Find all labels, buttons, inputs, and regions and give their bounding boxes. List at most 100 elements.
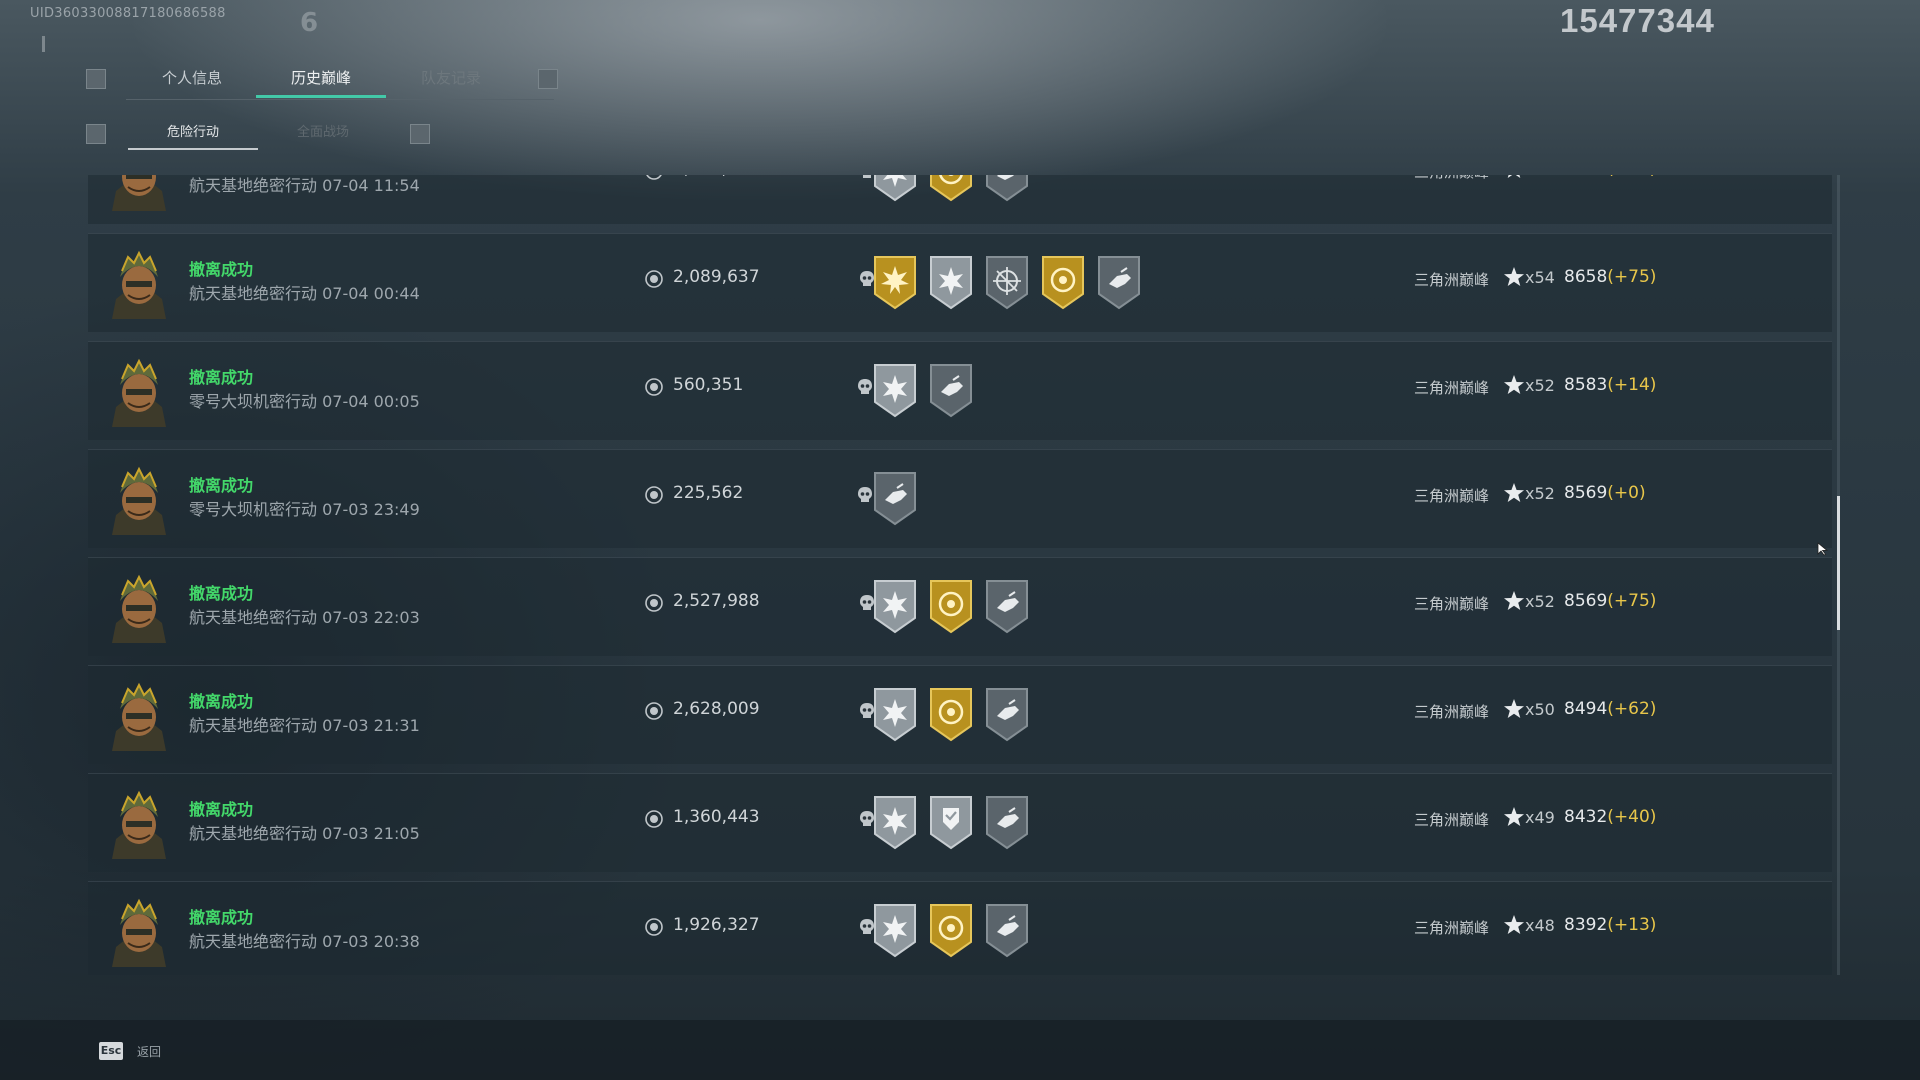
score-delta: (+40) bbox=[1607, 807, 1657, 827]
subtab-next-icon[interactable] bbox=[410, 124, 430, 144]
rank-score: 8392(+13) bbox=[1564, 915, 1656, 935]
gray-hand-badge[interactable] bbox=[983, 902, 1031, 958]
operator-avatar bbox=[106, 895, 172, 969]
tab-history-peak[interactable]: 历史巅峰 bbox=[256, 60, 386, 98]
asset-value: 225,562 bbox=[673, 483, 744, 503]
coin-icon bbox=[645, 270, 663, 288]
operator-avatar bbox=[106, 679, 172, 753]
gray-hand-badge[interactable] bbox=[983, 578, 1031, 634]
sub-tab-bar: 危险行动 全面战场 bbox=[84, 116, 434, 152]
record-row[interactable]: 撤离成功 航天基地绝密行动 07-03 21:31 2,628,009 5 三角… bbox=[88, 665, 1832, 764]
gray-hand-badge[interactable] bbox=[983, 794, 1031, 850]
tab-underline bbox=[126, 99, 554, 100]
extract-status: 撤离成功 bbox=[189, 692, 254, 711]
extract-status: 撤离成功 bbox=[189, 260, 254, 279]
footer-bar bbox=[0, 1020, 1920, 1080]
star-count: x54 bbox=[1525, 268, 1555, 287]
coin-icon bbox=[645, 378, 663, 396]
rank-score: 8569(+0) bbox=[1564, 483, 1646, 503]
gray-crosshair-badge[interactable] bbox=[983, 254, 1031, 310]
score-delta: (+14) bbox=[1607, 375, 1657, 395]
silver-star-badge[interactable] bbox=[927, 254, 975, 310]
subtab-warfare[interactable]: 全面战场 bbox=[258, 116, 388, 150]
silver-star-badge[interactable] bbox=[871, 794, 919, 850]
star-icon bbox=[1504, 375, 1524, 394]
score-delta: (+75) bbox=[1607, 267, 1657, 287]
extract-status: 撤离成功 bbox=[189, 800, 254, 819]
gold-target-badge[interactable] bbox=[927, 578, 975, 634]
rank-score: 8569(+75) bbox=[1564, 591, 1656, 611]
gray-hand-badge[interactable] bbox=[927, 362, 975, 418]
rank-title: 三角洲巅峰 bbox=[1414, 595, 1490, 613]
record-row[interactable]: 撤离成功 零号大坝机密行动 07-03 23:49 225,562 3 三角洲巅… bbox=[88, 449, 1832, 548]
star-icon bbox=[1504, 267, 1524, 286]
asset-value: 1,926,327 bbox=[673, 915, 760, 935]
esc-key-hint[interactable]: Esc bbox=[99, 1042, 123, 1060]
silver-star-badge[interactable] bbox=[871, 578, 919, 634]
gray-hand-badge[interactable] bbox=[983, 686, 1031, 742]
score-value: 8583 bbox=[1564, 375, 1608, 395]
gold-burst-badge[interactable] bbox=[871, 254, 919, 310]
record-row[interactable]: 撤离成功 航天基地绝密行动 07-03 22:03 2,527,988 5 三角… bbox=[88, 557, 1832, 656]
uid-label: UID36033008817180686588 bbox=[30, 6, 226, 21]
gold-target-badge[interactable] bbox=[1039, 254, 1087, 310]
coin-icon bbox=[645, 702, 663, 720]
extract-status: 撤离成功 bbox=[189, 908, 254, 927]
record-row[interactable]: 撤离成功 零号大坝机密行动 07-04 00:05 560,351 4 三角洲巅… bbox=[88, 341, 1832, 440]
operator-avatar bbox=[106, 247, 172, 321]
operator-avatar bbox=[106, 355, 172, 429]
coin-icon bbox=[645, 918, 663, 936]
gold-target-badge[interactable] bbox=[927, 902, 975, 958]
record-list[interactable]: 航天基地绝密行动 07-04 11:54 2,113,666 6 三角洲巅峰 x… bbox=[88, 175, 1833, 975]
mission-detail: 航天基地绝密行动 07-03 22:03 bbox=[189, 608, 420, 627]
star-count: x50 bbox=[1525, 700, 1555, 719]
record-row[interactable]: 撤离成功 航天基地绝密行动 07-03 20:38 1,926,327 6 三角… bbox=[88, 881, 1832, 975]
mission-detail: 航天基地绝密行动 07-03 20:38 bbox=[189, 932, 420, 951]
star-count: x52 bbox=[1525, 376, 1555, 395]
gray-hand-badge[interactable] bbox=[1095, 254, 1143, 310]
gray-hand-badge[interactable] bbox=[983, 175, 1031, 202]
asset-value: 2,089,637 bbox=[673, 267, 760, 287]
score-value: 8494 bbox=[1564, 699, 1608, 719]
silver-star-badge[interactable] bbox=[871, 902, 919, 958]
silver-star-badge[interactable] bbox=[871, 686, 919, 742]
record-row[interactable]: 撤离成功 航天基地绝密行动 07-03 21:05 1,360,443 8 三角… bbox=[88, 773, 1832, 872]
mission-detail: 航天基地绝密行动 07-03 21:05 bbox=[189, 824, 420, 843]
coin-icon bbox=[645, 486, 663, 504]
mission-detail: 航天基地绝密行动 07-04 11:54 bbox=[189, 176, 420, 195]
score-value: 8569 bbox=[1564, 591, 1608, 611]
scrollbar-thumb[interactable] bbox=[1837, 496, 1840, 630]
silver-star-badge[interactable] bbox=[871, 362, 919, 418]
coin-icon bbox=[645, 810, 663, 828]
score-value: 8569 bbox=[1564, 483, 1608, 503]
back-label[interactable]: 返回 bbox=[137, 1043, 161, 1060]
star-icon bbox=[1504, 483, 1524, 502]
rank-title: 三角洲巅峰 bbox=[1414, 379, 1490, 397]
rank-title: 三角洲巅峰 bbox=[1414, 487, 1490, 505]
star-icon bbox=[1504, 699, 1524, 718]
mouse-cursor-icon bbox=[1817, 542, 1829, 556]
subtab-prev-icon[interactable] bbox=[86, 124, 106, 144]
star-count: x48 bbox=[1525, 916, 1555, 935]
asset-value: 1,360,443 bbox=[673, 807, 760, 827]
operator-avatar bbox=[106, 463, 172, 537]
record-row[interactable]: 撤离成功 航天基地绝密行动 07-04 00:44 2,089,637 12 三… bbox=[88, 233, 1832, 332]
star-count: x49 bbox=[1525, 808, 1555, 827]
gray-hand-badge[interactable] bbox=[871, 470, 919, 526]
coin-icon bbox=[646, 175, 662, 180]
tab-prev-icon[interactable] bbox=[86, 69, 106, 89]
silver-shield-badge[interactable] bbox=[927, 794, 975, 850]
mission-detail: 零号大坝机密行动 07-04 00:05 bbox=[189, 392, 420, 411]
operator-avatar bbox=[106, 787, 172, 861]
subtab-hazard-ops[interactable]: 危险行动 bbox=[128, 116, 258, 150]
record-row[interactable]: 航天基地绝密行动 07-04 11:54 2,113,666 6 三角洲巅峰 x… bbox=[88, 175, 1832, 224]
tab-next-icon[interactable] bbox=[538, 69, 558, 89]
gold-target-badge[interactable] bbox=[927, 686, 975, 742]
uid-divider bbox=[42, 36, 45, 52]
tab-teammate-record[interactable]: 队友记录 bbox=[386, 60, 516, 98]
tab-personal-info[interactable]: 个人信息 bbox=[128, 60, 256, 98]
gold-target-badge[interactable] bbox=[927, 175, 975, 202]
star-icon bbox=[1504, 591, 1524, 610]
rank-score: 8494(+62) bbox=[1564, 699, 1656, 719]
silver-star-badge[interactable] bbox=[871, 175, 919, 202]
